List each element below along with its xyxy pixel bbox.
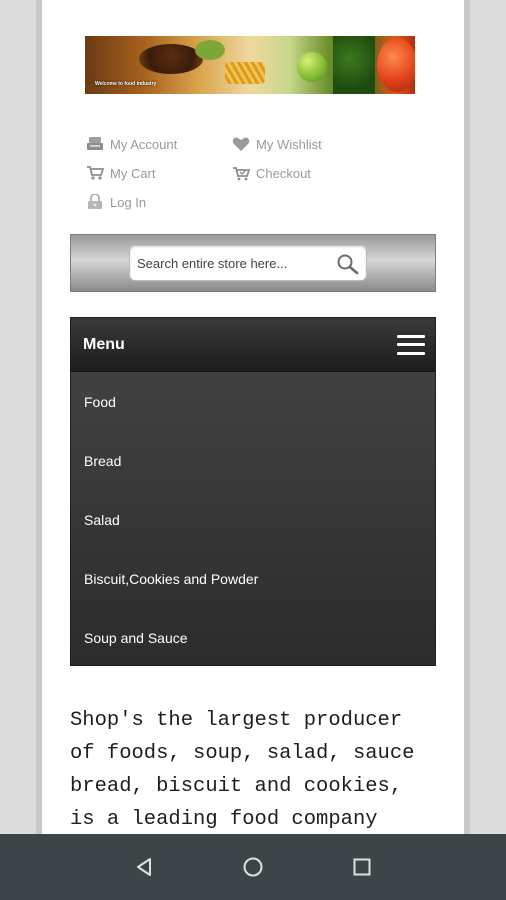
banner-caption: Welcome to food industry — [95, 81, 157, 87]
my-cart-link[interactable]: My Cart — [86, 165, 156, 181]
lock-icon — [88, 194, 102, 209]
vegetables-graphic — [333, 36, 375, 94]
cart-icon — [87, 166, 104, 180]
checkout-label: Checkout — [256, 165, 311, 181]
apple-graphic — [297, 52, 327, 82]
search-icon[interactable] — [336, 253, 360, 275]
search-input[interactable] — [137, 252, 327, 274]
home-button[interactable] — [238, 852, 268, 882]
page-edge-right — [464, 0, 470, 834]
heart-icon — [232, 137, 250, 151]
menu-header[interactable]: Menu — [71, 318, 435, 372]
menu-item-food[interactable]: Food — [71, 372, 435, 431]
my-account-label: My Account — [110, 136, 178, 152]
menu-title: Menu — [83, 335, 125, 353]
back-triangle-icon — [137, 858, 152, 876]
fries-graphic — [225, 62, 265, 84]
intro-paragraph: Shop's the largest producer of foods, so… — [70, 709, 415, 831]
log-in-link[interactable]: Log In — [86, 194, 146, 210]
menu-item-salad[interactable]: Salad — [71, 490, 435, 549]
my-account-link[interactable]: My Account — [86, 136, 177, 152]
menu-item-soup-sauce[interactable]: Soup and Sauce — [71, 608, 435, 667]
burger-graphic — [139, 44, 203, 74]
lettuce-graphic — [195, 40, 225, 60]
checkout-cart-icon — [233, 167, 250, 181]
category-menu: Menu Food Bread Salad Biscuit,Cookies an… — [70, 317, 436, 666]
my-cart-label: My Cart — [110, 165, 156, 181]
search-box — [129, 245, 367, 281]
account-icon — [87, 137, 103, 150]
my-wishlist-link[interactable]: My Wishlist — [232, 136, 322, 152]
hamburger-menu-icon[interactable] — [397, 334, 425, 355]
back-button[interactable] — [129, 852, 159, 882]
search-bar — [70, 234, 436, 292]
tomato-graphic — [377, 38, 415, 92]
my-wishlist-label: My Wishlist — [256, 136, 322, 152]
header-banner-image[interactable]: Welcome to food industry — [85, 36, 415, 94]
recents-square-icon — [353, 858, 371, 876]
menu-item-bread[interactable]: Bread — [71, 431, 435, 490]
menu-item-biscuit-cookies-powder[interactable]: Biscuit,Cookies and Powder — [71, 549, 435, 608]
log-in-label: Log In — [110, 194, 147, 210]
recents-button[interactable] — [347, 852, 377, 882]
home-circle-icon — [243, 857, 263, 877]
android-navigation-bar — [0, 834, 506, 900]
checkout-link[interactable]: Checkout — [232, 165, 311, 181]
store-page: Welcome to food industry My Account My W… — [42, 0, 464, 834]
